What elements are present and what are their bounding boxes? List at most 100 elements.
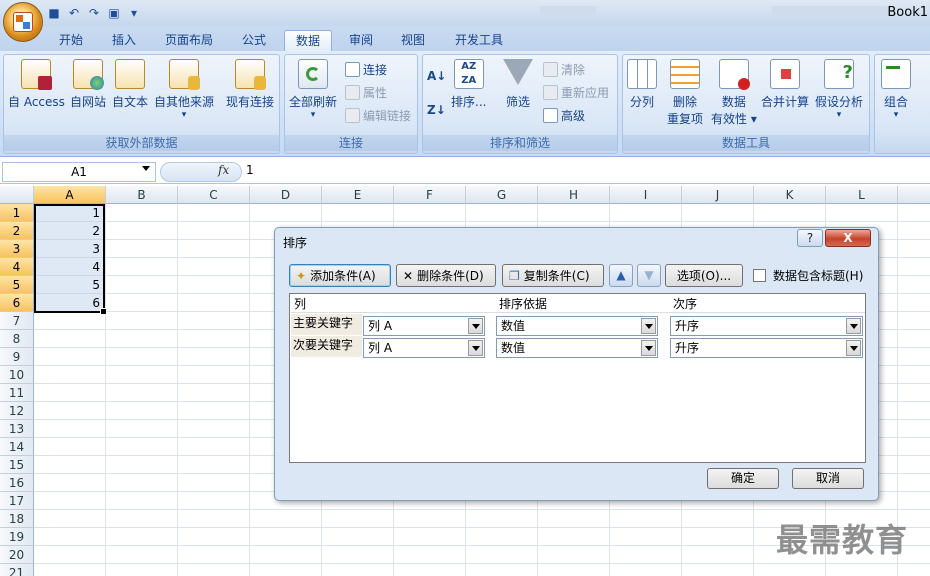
row-header[interactable]: 3	[0, 240, 34, 258]
has-headers-checkbox[interactable]	[753, 269, 766, 282]
row-header[interactable]: 15	[0, 456, 34, 474]
row-header[interactable]: 8	[0, 330, 34, 348]
column-header-k[interactable]: K	[754, 186, 826, 204]
secondary-sort-on-select[interactable]: 数值	[496, 338, 658, 358]
customize-icon[interactable]: ▾	[126, 5, 142, 21]
tab-review[interactable]: 审阅	[340, 30, 382, 51]
redo-icon[interactable]: ↷	[86, 5, 102, 21]
chevron-down-icon[interactable]	[846, 318, 861, 334]
column-header-g[interactable]: G	[466, 186, 538, 204]
print-preview-icon[interactable]: ▣	[106, 5, 122, 21]
cell-a4[interactable]: 4	[34, 258, 104, 276]
secondary-order-select[interactable]: 升序	[670, 338, 863, 358]
formula-input[interactable]: 1	[246, 163, 254, 177]
column-header-d[interactable]: D	[250, 186, 322, 204]
from-text-button[interactable]: 自文本	[112, 59, 148, 110]
row-header[interactable]: 17	[0, 492, 34, 510]
row-header[interactable]: 2	[0, 222, 34, 240]
row-header[interactable]: 21	[0, 564, 34, 576]
row-header[interactable]: 11	[0, 384, 34, 402]
office-button[interactable]	[3, 2, 43, 42]
row-header[interactable]: 4	[0, 258, 34, 276]
column-header-b[interactable]: B	[106, 186, 178, 204]
filter-button[interactable]: 筛选	[503, 59, 533, 110]
from-other-sources-button[interactable]: 自其他来源 ▾	[154, 59, 214, 120]
row-header[interactable]: 12	[0, 402, 34, 420]
add-level-button[interactable]: ✦ 添加条件(A)	[289, 264, 391, 287]
ok-button[interactable]: 确定	[707, 468, 779, 489]
name-box-dropdown-icon[interactable]	[142, 166, 150, 171]
tab-insert[interactable]: 插入	[104, 30, 144, 51]
select-all-corner[interactable]	[0, 186, 34, 204]
row-header[interactable]: 14	[0, 438, 34, 456]
tab-home[interactable]: 开始	[50, 30, 92, 51]
existing-connections-button[interactable]: 现有连接	[226, 59, 274, 110]
column-header-h[interactable]: H	[538, 186, 610, 204]
sort-button[interactable]: AZ ZA 排序...	[451, 59, 486, 110]
column-header-m[interactable]	[898, 186, 930, 204]
options-button[interactable]: 选项(O)...	[665, 264, 743, 287]
chevron-down-icon[interactable]	[468, 340, 483, 356]
column-header-e[interactable]: E	[322, 186, 394, 204]
tab-page-layout[interactable]: 页面布局	[158, 30, 220, 51]
cell-a5[interactable]: 5	[34, 276, 104, 294]
primary-order-select[interactable]: 升序	[670, 316, 863, 336]
cell-a2[interactable]: 2	[34, 222, 104, 240]
row-header[interactable]: 6	[0, 294, 34, 312]
cancel-button[interactable]: 取消	[792, 468, 864, 489]
tab-view[interactable]: 视图	[392, 30, 434, 51]
copy-level-button[interactable]: ❐ 复制条件(C)	[502, 264, 604, 287]
consolidate-button[interactable]: 合并计算	[761, 59, 809, 110]
clear-button[interactable]: 清除	[543, 61, 585, 78]
group-button[interactable]: 组合 ▾	[881, 59, 911, 120]
tab-formulas[interactable]: 公式	[232, 30, 276, 51]
primary-sort-on-select[interactable]: 数值	[496, 316, 658, 336]
sort-descending-button[interactable]: Z↓	[427, 103, 446, 117]
cell-a6[interactable]: 6	[34, 294, 104, 312]
tab-data[interactable]: 数据	[284, 30, 332, 51]
tab-developer[interactable]: 开发工具	[446, 30, 512, 51]
column-header-f[interactable]: F	[394, 186, 466, 204]
row-header[interactable]: 10	[0, 366, 34, 384]
column-header-j[interactable]: J	[682, 186, 754, 204]
column-header-l[interactable]: L	[826, 186, 898, 204]
from-web-button[interactable]: 自网站	[70, 59, 106, 110]
chevron-down-icon[interactable]	[468, 318, 483, 334]
row-header[interactable]: 7	[0, 312, 34, 330]
chevron-down-icon[interactable]	[846, 340, 861, 356]
undo-icon[interactable]: ↶	[66, 5, 82, 21]
row-header[interactable]: 5	[0, 276, 34, 294]
edit-links-button[interactable]: 编辑链接	[345, 107, 411, 124]
primary-column-select[interactable]: 列 A	[363, 316, 485, 336]
column-header-i[interactable]: I	[610, 186, 682, 204]
properties-button[interactable]: 属性	[345, 84, 387, 101]
advanced-filter-button[interactable]: 高级	[543, 107, 585, 124]
what-if-analysis-button[interactable]: ? 假设分析 ▾	[815, 59, 863, 120]
row-header[interactable]: 16	[0, 474, 34, 492]
sort-ascending-button[interactable]: A↓	[427, 69, 446, 83]
refresh-all-button[interactable]: 全部刷新 ▾	[289, 59, 337, 120]
text-to-columns-button[interactable]: 分列	[627, 59, 657, 110]
row-header[interactable]: 9	[0, 348, 34, 366]
chevron-down-icon[interactable]	[641, 340, 656, 356]
help-button[interactable]: ?	[797, 229, 823, 247]
move-down-button[interactable]: ▼	[637, 264, 661, 287]
chevron-down-icon[interactable]	[641, 318, 656, 334]
name-box[interactable]: A1	[2, 162, 156, 182]
column-header-a[interactable]: A	[34, 186, 106, 204]
connections-button[interactable]: 连接	[345, 61, 387, 78]
row-header[interactable]: 19	[0, 528, 34, 546]
close-button[interactable]: X	[825, 229, 871, 247]
column-header-c[interactable]: C	[178, 186, 250, 204]
cell-a3[interactable]: 3	[34, 240, 104, 258]
insert-function-icon[interactable]: fx	[218, 163, 229, 177]
row-header[interactable]: 13	[0, 420, 34, 438]
remove-duplicates-button[interactable]: 删除 重复项	[667, 59, 703, 127]
save-icon[interactable]: ■	[46, 5, 62, 21]
row-header[interactable]: 20	[0, 546, 34, 564]
secondary-column-select[interactable]: 列 A	[363, 338, 485, 358]
row-header[interactable]: 18	[0, 510, 34, 528]
cell-a1[interactable]: 1	[34, 204, 104, 222]
data-validation-button[interactable]: 数据 有效性 ▾	[711, 59, 757, 127]
row-header[interactable]: 1	[0, 204, 34, 222]
